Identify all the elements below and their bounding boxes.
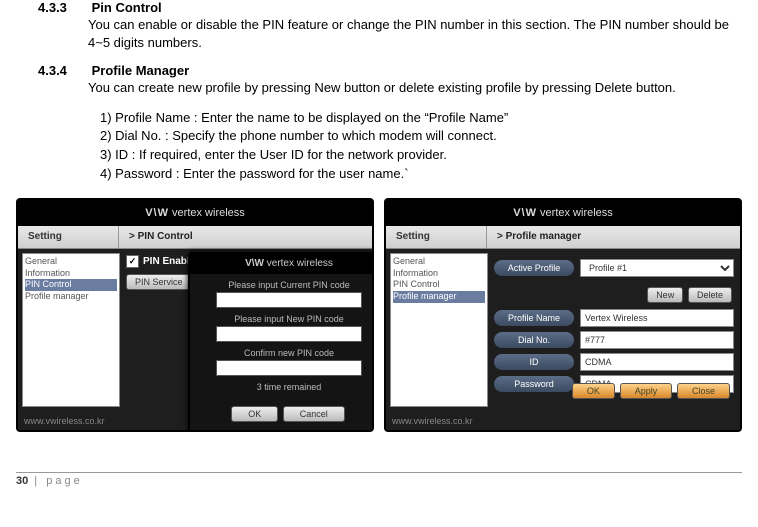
breadcrumb: Setting > PIN Control — [18, 226, 372, 249]
section-body-pm: You can create new profile by pressing N… — [88, 79, 750, 97]
sidebar: General Information PIN Control Profile … — [22, 253, 120, 407]
sidebar-item-profile-manager[interactable]: Profile manager — [25, 291, 117, 303]
pin-popup: V\W vertex wireless Please input Current… — [188, 252, 374, 432]
dial-no-field[interactable]: #777 — [580, 331, 734, 349]
popup-label-remain: 3 time remained — [190, 382, 374, 392]
apply-button[interactable]: Apply — [620, 383, 673, 399]
popup-label-confirm: Confirm new PIN code — [190, 348, 374, 358]
breadcrumb-root: Setting — [386, 226, 487, 248]
pin-service-button[interactable]: PIN Service — [126, 274, 192, 290]
page-rule — [16, 472, 742, 473]
page-footer: 30 | page — [16, 475, 750, 487]
popup-footer-url: www.vwireless.co.kr — [190, 430, 374, 432]
checkbox-icon: ✓ — [126, 255, 139, 268]
footer-url: www.vwireless.co.kr — [392, 416, 473, 426]
sidebar-item-general[interactable]: General — [393, 256, 485, 268]
sidebar-item-information[interactable]: Information — [25, 268, 117, 280]
close-button[interactable]: Close — [677, 383, 730, 399]
sidebar-item-information[interactable]: Information — [393, 268, 485, 280]
breadcrumb-leaf: > PIN Control — [119, 226, 372, 248]
list-item: 4) Password : Enter the password for the… — [100, 165, 750, 184]
section-number-pin: 4.3.3 — [38, 0, 88, 15]
sidebar-item-general[interactable]: General — [25, 256, 117, 268]
section-number-pm: 4.3.4 — [38, 63, 88, 78]
screenshot-pin-control: V\W vertex wireless Setting > PIN Contro… — [16, 198, 374, 432]
app-titlebar: V\W vertex wireless — [386, 200, 740, 226]
confirm-pin-input[interactable] — [216, 360, 362, 376]
list-item: 3) ID : If required, enter the User ID f… — [100, 146, 750, 165]
breadcrumb-leaf: > Profile manager — [487, 226, 740, 248]
profile-name-field[interactable]: Vertex Wireless — [580, 309, 734, 327]
app-titlebar: V\W vertex wireless — [18, 200, 372, 226]
popup-label-new: Please input New PIN code — [190, 314, 374, 324]
id-field[interactable]: CDMA — [580, 353, 734, 371]
sidebar-item-pin-control[interactable]: PIN Control — [25, 279, 117, 291]
pm-list: 1) Profile Name : Enter the name to be d… — [100, 109, 750, 184]
list-item: 2) Dial No. : Specify the phone number t… — [100, 127, 750, 146]
new-button[interactable]: New — [647, 287, 683, 303]
label-password: Password — [494, 376, 574, 392]
new-pin-input[interactable] — [216, 326, 362, 342]
footer-url: www.vwireless.co.kr — [24, 416, 105, 426]
delete-button[interactable]: Delete — [688, 287, 732, 303]
label-dial-no: Dial No. — [494, 332, 574, 348]
active-profile-select[interactable]: Profile #1 — [580, 259, 734, 277]
sidebar: General Information PIN Control Profile … — [390, 253, 488, 407]
breadcrumb-root: Setting — [18, 226, 119, 248]
popup-label-current: Please input Current PIN code — [190, 280, 374, 290]
section-title-pin: Pin Control — [92, 0, 162, 15]
section-body-pin: You can enable or disable the PIN featur… — [88, 16, 750, 51]
label-id: ID — [494, 354, 574, 370]
popup-ok-button[interactable]: OK — [231, 406, 278, 422]
sidebar-item-profile-manager[interactable]: Profile manager — [393, 291, 485, 303]
breadcrumb: Setting > Profile manager — [386, 226, 740, 249]
sidebar-item-pin-control[interactable]: PIN Control — [393, 279, 485, 291]
screenshot-profile-manager: V\W vertex wireless Setting > Profile ma… — [384, 198, 742, 432]
popup-cancel-button[interactable]: Cancel — [283, 406, 345, 422]
label-profile-name: Profile Name — [494, 310, 574, 326]
ok-button[interactable]: OK — [572, 383, 615, 399]
label-active-profile: Active Profile — [494, 260, 574, 276]
current-pin-input[interactable] — [216, 292, 362, 308]
list-item: 1) Profile Name : Enter the name to be d… — [100, 109, 750, 128]
section-title-pm: Profile Manager — [92, 63, 190, 78]
